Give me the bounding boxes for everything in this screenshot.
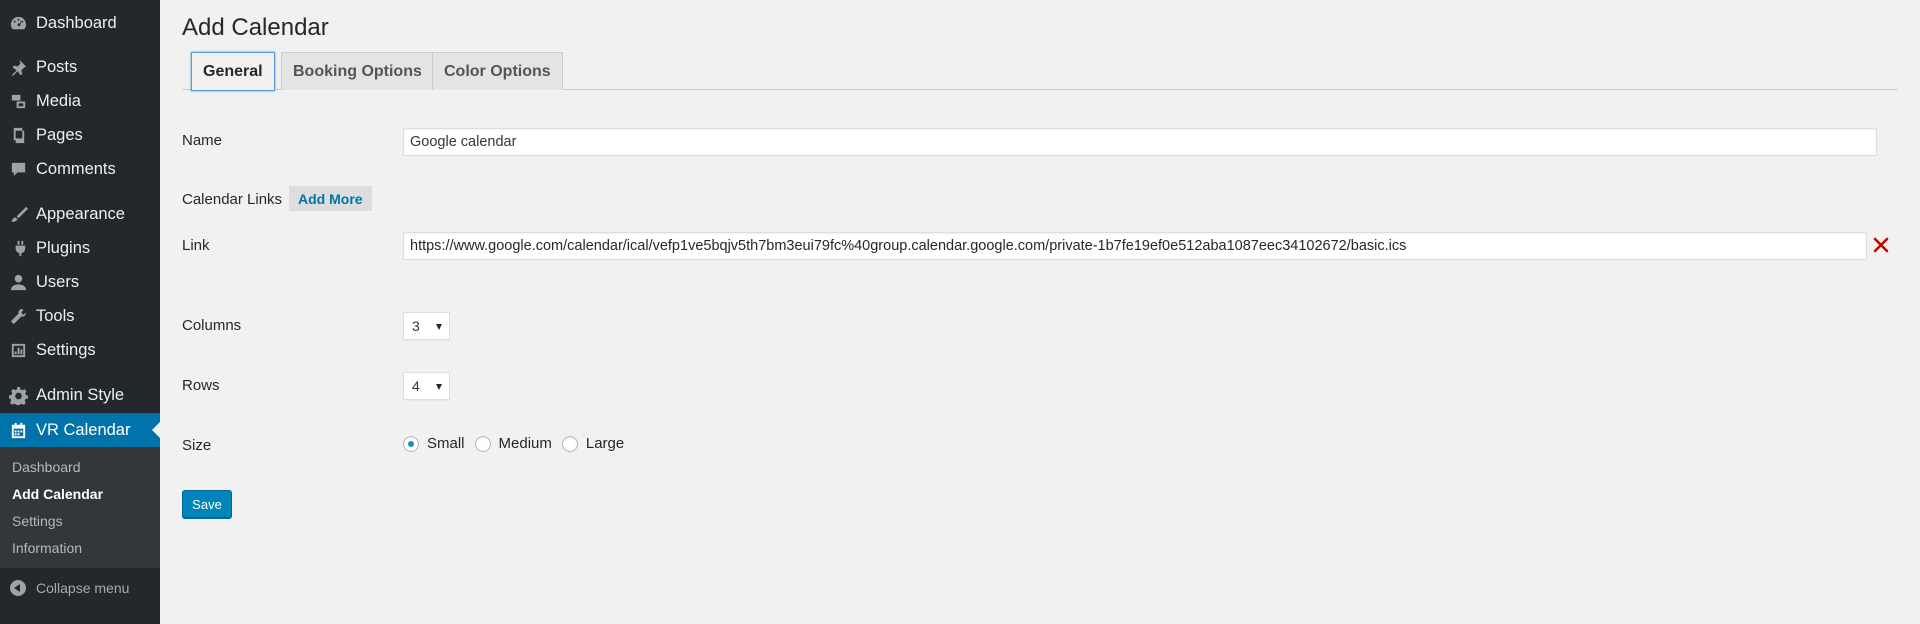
size-radio-large[interactable]: Large <box>561 435 625 452</box>
sidebar-item-label: Comments <box>36 159 116 178</box>
user-icon <box>0 265 36 299</box>
calendar-links-label: Calendar Links <box>182 191 283 208</box>
submenu-item-dashboard[interactable]: Dashboard <box>12 459 81 475</box>
collapse-menu-button[interactable]: Collapse menu <box>0 576 160 600</box>
sidebar-item-users[interactable]: Users <box>0 265 160 299</box>
size-option-label: Medium <box>498 435 552 452</box>
submenu-item-add-calendar[interactable]: Add Calendar <box>12 486 103 502</box>
columns-select[interactable]: 3 <box>403 312 450 340</box>
main-content: Add Calendar General Booking Options Col… <box>182 0 1898 624</box>
admin-sidebar: Dashboard Posts Media Pages Comments App… <box>0 0 160 624</box>
submenu-item-information[interactable]: Information <box>12 540 82 556</box>
link-input[interactable]: https://www.google.com/calendar/ical/vef… <box>403 232 1867 260</box>
size-label: Size <box>182 437 212 454</box>
size-radio-group: Small Medium Large <box>403 435 634 452</box>
sidebar-item-label: Media <box>36 91 81 110</box>
vr-calendar-submenu: Dashboard Add Calendar Settings Informat… <box>0 447 160 568</box>
size-radio-small[interactable]: Small <box>403 435 465 452</box>
sidebar-item-label: Pages <box>36 125 83 144</box>
comment-icon <box>0 152 36 186</box>
rows-select[interactable]: 4 <box>403 372 450 400</box>
pin-icon <box>0 50 36 84</box>
sidebar-item-label: Tools <box>36 306 75 325</box>
name-label: Name <box>182 132 223 149</box>
sidebar-item-label: Appearance <box>36 204 125 223</box>
link-label: Link <box>182 237 210 254</box>
collapse-menu-label: Collapse menu <box>36 580 130 596</box>
gear-icon <box>0 378 36 412</box>
sidebar-item-label: Posts <box>36 57 78 76</box>
plug-icon <box>0 231 36 265</box>
sidebar-item-settings[interactable]: Settings <box>0 333 160 367</box>
dashboard-icon <box>0 6 36 40</box>
sidebar-item-media[interactable]: Media <box>0 84 160 118</box>
save-button[interactable]: Save <box>182 490 232 518</box>
sidebar-item-plugins[interactable]: Plugins <box>0 231 160 265</box>
columns-label: Columns <box>182 317 242 334</box>
sidebar-item-admin-style[interactable]: Admin Style <box>0 378 160 412</box>
submenu-item-settings[interactable]: Settings <box>12 513 63 529</box>
name-input[interactable]: Google calendar <box>403 128 1877 156</box>
rows-label: Rows <box>182 377 220 394</box>
sidebar-item-comments[interactable]: Comments <box>0 152 160 186</box>
sidebar-item-vr-calendar[interactable]: VR Calendar <box>0 413 160 447</box>
sidebar-item-appearance[interactable]: Appearance <box>0 197 160 231</box>
size-radio-medium[interactable]: Medium <box>474 435 552 452</box>
sidebar-item-label: Admin Style <box>36 385 125 404</box>
media-icon <box>0 84 36 118</box>
size-option-label: Large <box>585 435 625 452</box>
brush-icon <box>0 197 36 231</box>
sidebar-item-label: Users <box>36 272 80 291</box>
sidebar-item-dashboard[interactable]: Dashboard <box>0 6 160 40</box>
sidebar-item-label: Settings <box>36 340 96 359</box>
radio-button[interactable] <box>474 435 491 452</box>
sidebar-item-pages[interactable]: Pages <box>0 118 160 152</box>
sidebar-item-label: VR Calendar <box>36 420 131 439</box>
dropdown-arrow-icon <box>436 324 442 330</box>
tab-color-options[interactable]: Color Options <box>432 52 563 90</box>
collapse-arrow-icon <box>10 580 26 596</box>
sidebar-item-tools[interactable]: Tools <box>0 299 160 333</box>
settings-icon <box>0 333 36 367</box>
rows-select-value: 4 <box>412 378 420 394</box>
radio-button-checked[interactable] <box>403 435 419 452</box>
radio-button[interactable] <box>561 435 578 452</box>
columns-select-value: 3 <box>412 318 420 334</box>
size-option-label: Small <box>427 435 465 452</box>
tab-general[interactable]: General <box>191 52 275 91</box>
pages-icon <box>0 118 36 152</box>
tab-bar: General Booking Options Color Options <box>182 52 1898 91</box>
remove-link-icon[interactable] <box>1872 236 1890 254</box>
add-more-button[interactable]: Add More <box>289 186 372 211</box>
sidebar-item-label: Plugins <box>36 238 91 257</box>
sidebar-item-posts[interactable]: Posts <box>0 50 160 84</box>
dropdown-arrow-icon <box>436 384 442 390</box>
calendar-icon <box>0 413 36 447</box>
tab-booking-options[interactable]: Booking Options <box>281 52 434 90</box>
wrench-icon <box>0 299 36 333</box>
sidebar-item-label: Dashboard <box>36 13 117 32</box>
page-title: Add Calendar <box>182 14 329 41</box>
